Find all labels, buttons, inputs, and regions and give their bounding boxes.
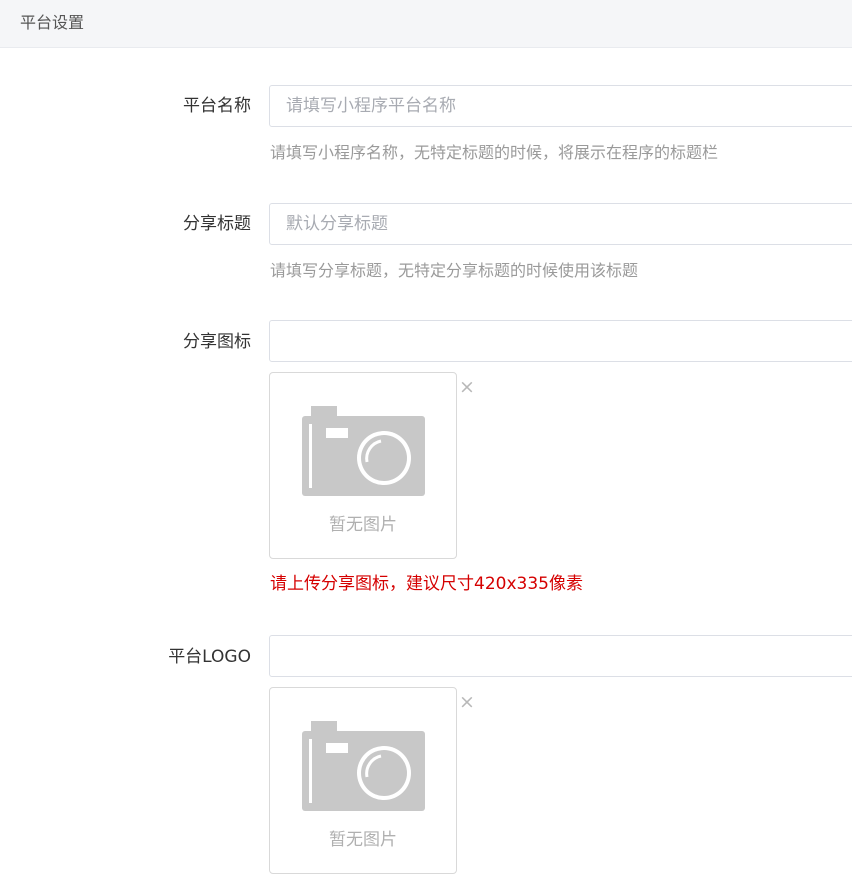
platform-logo-empty-text: 暂无图片	[329, 830, 397, 850]
share-icon-help: 请上传分享图标，建议尺寸420x335像素	[270, 574, 583, 594]
page-header: 平台设置	[0, 0, 852, 48]
share-title-input[interactable]	[269, 203, 852, 245]
close-icon[interactable]: ×	[459, 377, 475, 397]
platform-name-input[interactable]	[269, 85, 852, 127]
camera-icon	[302, 406, 425, 496]
share-title-help: 请填写分享标题，无特定分享标题的时候使用该标题	[270, 261, 639, 280]
platform-name-help: 请填写小程序名称，无特定标题的时候，将展示在程序的标题栏	[270, 143, 719, 162]
platform-name-label: 平台名称	[183, 96, 251, 116]
page-title: 平台设置	[20, 13, 85, 32]
platform-logo-upload[interactable]: 暂无图片	[269, 687, 457, 874]
camera-icon	[302, 721, 425, 811]
share-icon-upload[interactable]: 暂无图片	[269, 372, 457, 559]
share-title-label: 分享标题	[183, 214, 251, 234]
platform-logo-url-input[interactable]	[269, 635, 852, 677]
share-icon-label: 分享图标	[183, 332, 251, 352]
platform-logo-label: 平台LOGO	[168, 647, 251, 667]
share-icon-url-input[interactable]	[269, 320, 852, 362]
share-icon-empty-text: 暂无图片	[329, 515, 397, 535]
close-icon[interactable]: ×	[459, 692, 475, 712]
